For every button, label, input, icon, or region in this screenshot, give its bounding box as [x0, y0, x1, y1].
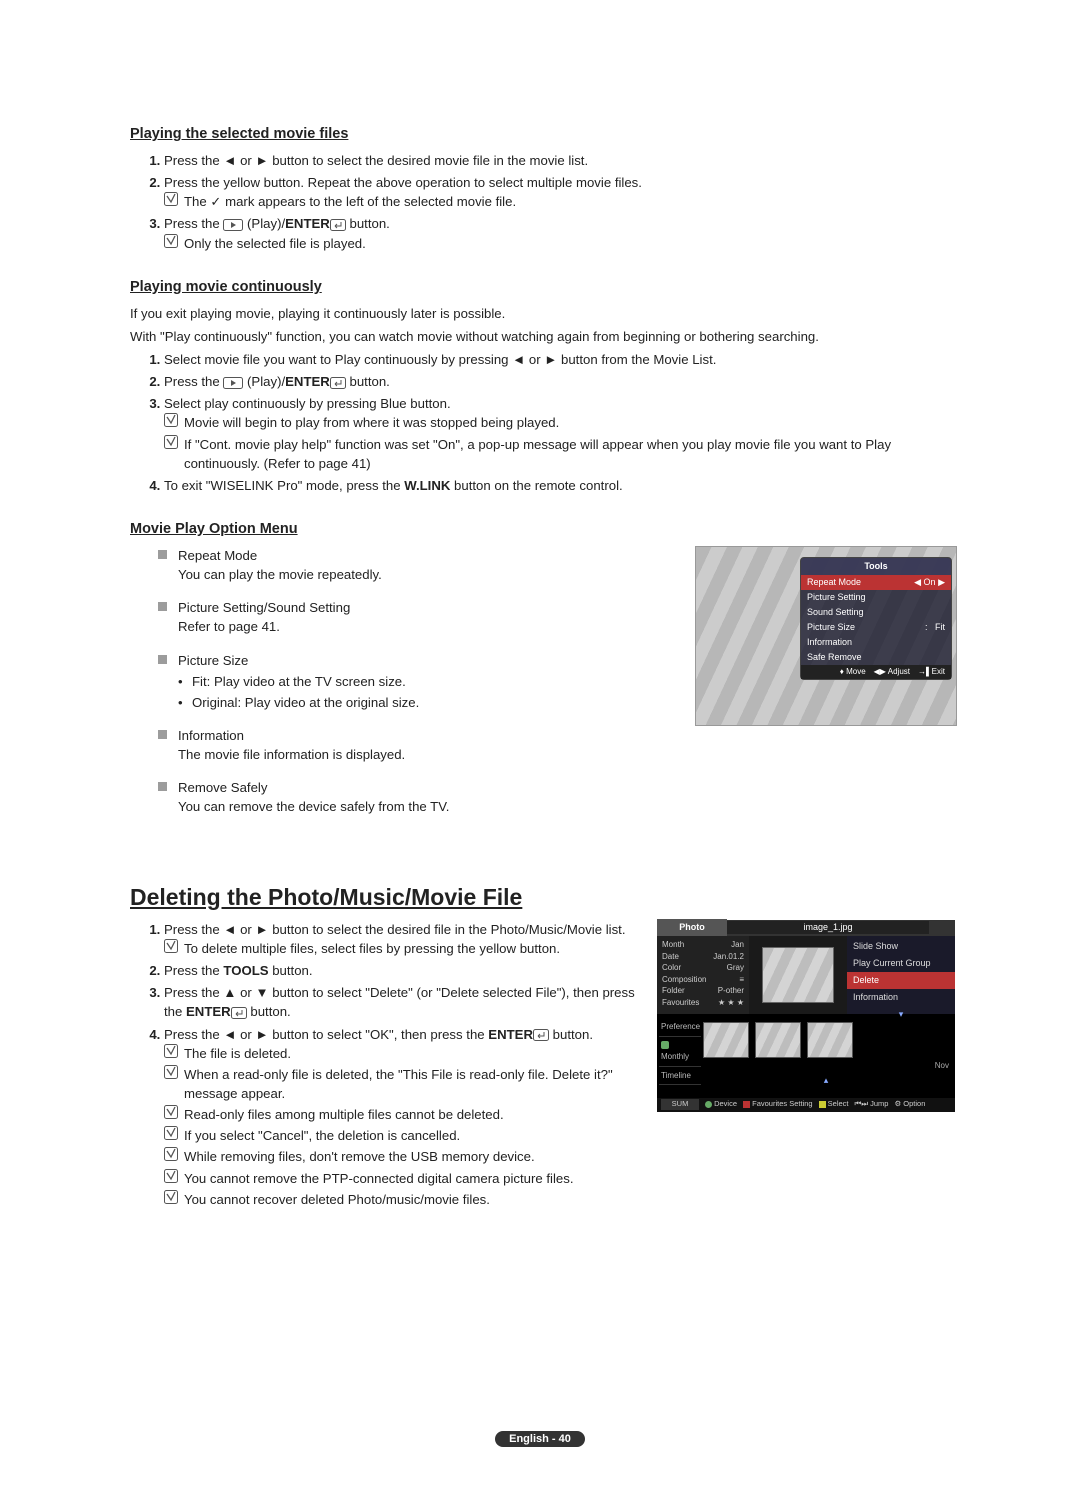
intro-2: With "Play continuously" function, you c…: [130, 327, 955, 346]
enter-icon: [330, 377, 346, 389]
del-step-4: Press the ◄ or ► button to select "OK", …: [164, 1025, 641, 1209]
note-icon: [164, 1169, 178, 1183]
heading-playing-continuously: Playing movie continuously: [130, 277, 955, 298]
option-list: Repeat Mode You can play the movie repea…: [130, 546, 679, 817]
page-footer: English - 40: [0, 1428, 1080, 1448]
heading-playing-selected: Playing the selected movie files: [130, 124, 955, 145]
photo-meta: MonthJan DateJan.01.2 ColorGray Composit…: [657, 936, 749, 1014]
step-2: Press the (Play)/ENTER button.: [164, 372, 955, 391]
enter-icon: [231, 1007, 247, 1019]
photo-context-menu: Slide Show Play Current Group Delete Inf…: [847, 936, 955, 1014]
note-row: When a read-only file is deleted, the "T…: [164, 1065, 641, 1103]
step-3: Press the (Play)/ENTER button. Only the …: [164, 214, 955, 252]
del-step-3: Press the ▲ or ▼ button to select "Delet…: [164, 983, 641, 1021]
opt-picture-size: Picture Size Fit: Play video at the TV s…: [130, 651, 679, 712]
note-row: Read-only files among multiple files can…: [164, 1105, 641, 1124]
tools-row-sound-setting: Sound Setting: [801, 605, 951, 620]
photo-filename: image_1.jpg: [727, 921, 929, 934]
note-row: You cannot recover deleted Photo/music/m…: [164, 1190, 641, 1209]
tools-row-information: Information: [801, 635, 951, 650]
enter-icon: [533, 1029, 549, 1041]
note-icon: [164, 1044, 178, 1058]
note-icon: [164, 1065, 178, 1079]
opt-information: Information The movie file information i…: [130, 726, 679, 764]
tools-row-repeat-mode: Repeat Mode ◀ On ▶: [801, 575, 951, 590]
tools-row-picture-setting: Picture Setting: [801, 590, 951, 605]
note-row: If you select "Cancel", the deletion is …: [164, 1126, 641, 1145]
note-icon: [164, 1190, 178, 1204]
del-step-2: Press the TOOLS button.: [164, 961, 641, 980]
photo-month-label: Nov: [935, 1060, 949, 1072]
tools-osd-screenshot: Tools Repeat Mode ◀ On ▶ Picture Setting…: [695, 546, 957, 726]
tools-row-picture-size: Picture Size : Fit: [801, 620, 951, 635]
step-2: Press the yellow button. Repeat the abov…: [164, 173, 955, 211]
opt-repeat-mode: Repeat Mode You can play the movie repea…: [130, 546, 679, 584]
list-deleting: Press the ◄ or ► button to select the de…: [130, 920, 641, 1209]
photo-footer: SUM Device Favourites Setting Select ⏮⏭ …: [657, 1098, 955, 1112]
step-3: Select play continuously by pressing Blu…: [164, 394, 955, 473]
note-icon: [164, 1126, 178, 1140]
step-4: To exit "WISELINK Pro" mode, press the W…: [164, 476, 955, 495]
note-icon: [164, 413, 178, 427]
tools-row-safe-remove: Safe Remove: [801, 650, 951, 665]
heading-movie-play-option: Movie Play Option Menu: [130, 519, 955, 540]
play-icon: [223, 377, 243, 389]
enter-icon: [330, 219, 346, 231]
tools-panel: Tools Repeat Mode ◀ On ▶ Picture Setting…: [800, 557, 952, 680]
list-playing-continuously: Select movie file you want to Play conti…: [130, 350, 955, 495]
del-step-1: Press the ◄ or ► button to select the de…: [164, 920, 641, 958]
photo-side-nav: Preference Monthly Timeline: [657, 1014, 703, 1098]
opt-picture-sound: Picture Setting/Sound Setting Refer to p…: [130, 598, 679, 636]
list-playing-selected: Press the ◄ or ► button to select the de…: [130, 151, 955, 253]
play-icon: [223, 219, 243, 231]
note-icon: [164, 1105, 178, 1119]
note-icon: [164, 939, 178, 953]
intro-1: If you exit playing movie, playing it co…: [130, 304, 955, 323]
note-row: While removing files, don't remove the U…: [164, 1147, 641, 1166]
note-icon: [164, 234, 178, 248]
note-row: The file is deleted.: [164, 1044, 641, 1063]
photo-tab: Photo: [657, 919, 727, 936]
opt-remove-safely: Remove Safely You can remove the device …: [130, 778, 679, 816]
note-icon: [164, 1147, 178, 1161]
note-icon: [164, 435, 178, 449]
heading-deleting-file: Deleting the Photo/Music/Movie File: [130, 881, 955, 914]
photo-browser-screenshot: Photo image_1.jpg MonthJan DateJan.01.2 …: [657, 920, 955, 1112]
step-1: Select movie file you want to Play conti…: [164, 350, 955, 369]
photo-preview: [749, 936, 847, 1014]
tools-title: Tools: [801, 558, 951, 575]
note-icon: [164, 192, 178, 206]
step-1: Press the ◄ or ► button to select the de…: [164, 151, 955, 170]
note-row: You cannot remove the PTP-connected digi…: [164, 1169, 641, 1188]
